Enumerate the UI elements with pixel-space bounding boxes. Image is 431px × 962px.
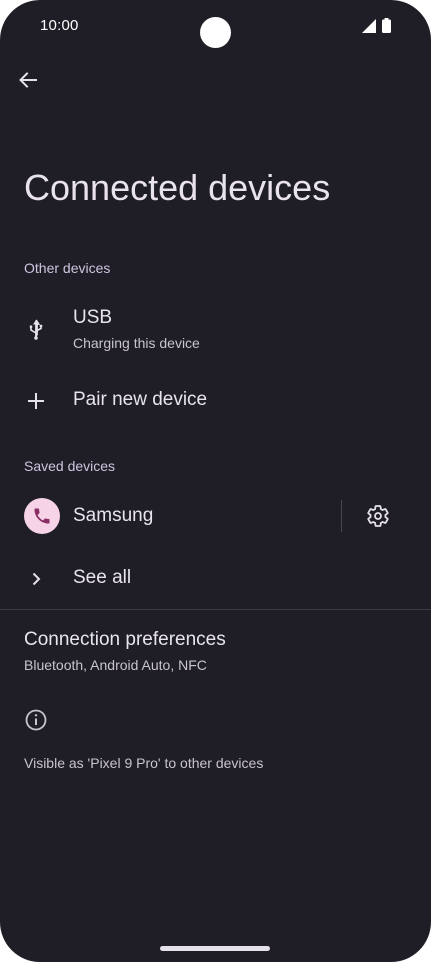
section-divider [0, 609, 431, 610]
see-all-row[interactable]: See all [0, 556, 431, 602]
status-bar: 10:00 [0, 0, 431, 52]
status-icons [362, 18, 391, 33]
info-icon [25, 709, 47, 731]
connection-preferences-subtitle: Bluetooth, Android Auto, NFC [24, 657, 207, 673]
back-button[interactable] [12, 64, 44, 96]
saved-device-samsung[interactable]: Samsung [0, 490, 330, 542]
usb-icon [24, 318, 48, 342]
visible-as-text: Visible as 'Pixel 9 Pro' to other device… [24, 755, 264, 771]
connection-preferences-title: Connection preferences [24, 629, 226, 650]
phone-screen: 10:00 Connected devices Other devices US… [0, 0, 431, 962]
connection-preferences-row[interactable]: Connection preferences Bluetooth, Androi… [0, 618, 431, 682]
device-settings-button[interactable] [362, 500, 394, 532]
phone-icon [24, 498, 60, 534]
status-time: 10:00 [40, 17, 79, 34]
gesture-nav-handle[interactable] [160, 946, 270, 951]
battery-icon [382, 18, 391, 33]
section-header-other-devices: Other devices [24, 260, 111, 276]
camera-cutout [200, 17, 231, 48]
pair-new-device-row[interactable]: Pair new device [0, 378, 431, 424]
gear-icon [367, 505, 389, 527]
chevron-right-icon [24, 567, 48, 591]
arrow-back-icon [19, 72, 37, 88]
usb-row[interactable]: USB Charging this device [0, 300, 431, 364]
usb-title: USB [73, 307, 113, 328]
vertical-divider [341, 500, 342, 532]
section-header-saved-devices: Saved devices [24, 458, 116, 474]
plus-icon [24, 389, 48, 413]
pair-new-device-label: Pair new device [73, 389, 208, 410]
signal-icon [362, 18, 376, 33]
saved-device-name: Samsung [73, 505, 154, 526]
usb-subtitle: Charging this device [73, 335, 200, 351]
see-all-label: See all [73, 567, 132, 588]
page-title: Connected devices [24, 167, 331, 208]
